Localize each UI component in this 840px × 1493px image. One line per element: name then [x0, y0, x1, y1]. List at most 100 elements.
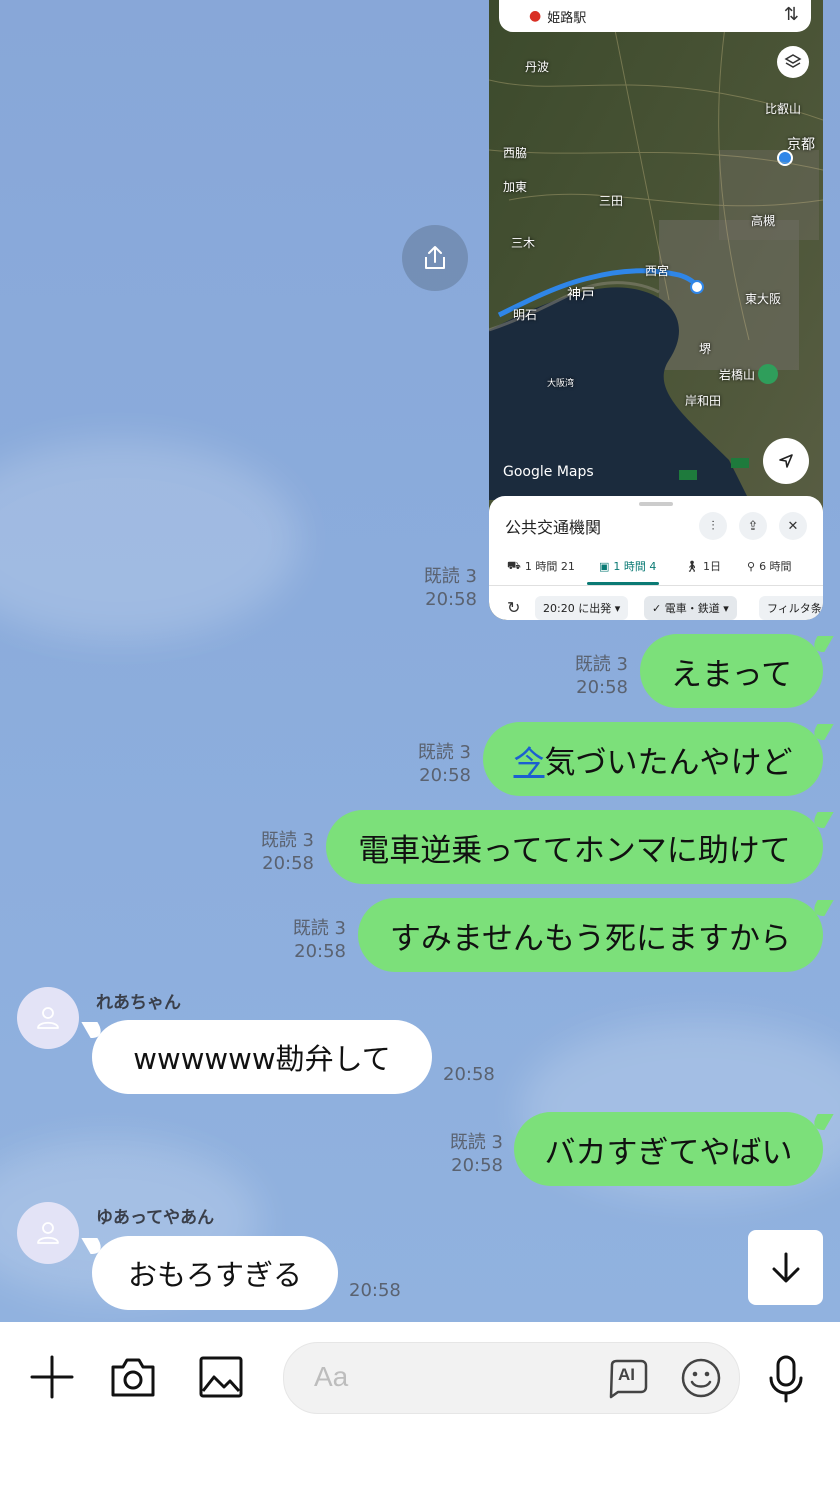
incoming-message[interactable]: wwwwww勘弁して [92, 1020, 432, 1094]
navigate-arrow-icon [779, 454, 793, 468]
chip-filter-label: フィルタ条 [767, 602, 822, 615]
gallery-button[interactable] [196, 1352, 246, 1402]
message-text: 電車逆乗っててホンマに助けて [358, 832, 791, 869]
user-icon [37, 1007, 59, 1029]
location-pin-icon: ● [529, 8, 542, 24]
plus-icon [30, 1355, 74, 1399]
map-label-tanba: 丹波 [525, 60, 550, 74]
map-search-text: 姫路駅 [547, 10, 587, 26]
outgoing-message[interactable]: バカすぎてやばい [514, 1112, 823, 1186]
walk-icon: 🚶︎ [685, 559, 699, 573]
user-icon [37, 1222, 59, 1244]
layers-button[interactable] [777, 46, 809, 78]
emoji-icon [681, 1358, 721, 1398]
sender-name: ゆあってやあん [96, 1208, 215, 1228]
incoming-message[interactable]: おもろすぎる [92, 1236, 338, 1310]
message-meta: 既読 3 20:58 [575, 653, 628, 699]
map-label-nishiwaki: 西脇 [503, 146, 528, 160]
layers-icon [784, 54, 802, 68]
mode-bike[interactable]: ⚲ 6 時間 [747, 558, 792, 574]
map-label-sanda: 三田 [599, 194, 624, 208]
message-meta: 既読 3 20:58 [424, 565, 477, 611]
chat-background: ● 姫路駅 ⇅ 丹波 比叡山 京都 西脇 加東 三田 高槻 三木 西宮 神戸 明… [0, 0, 840, 1322]
sheet-grip[interactable] [639, 502, 673, 506]
message-meta: 20:58 [349, 1279, 401, 1302]
emoji-button[interactable] [680, 1357, 722, 1399]
camera-icon [111, 1358, 155, 1397]
mode-walk[interactable]: 🚶︎ 1日 [685, 558, 721, 574]
read-receipt: 既読 3 [449, 1132, 503, 1153]
close-sheet-button[interactable]: ✕ [779, 512, 807, 540]
share-route-button[interactable]: ⇪ [739, 512, 767, 540]
sheet-divider [489, 585, 823, 586]
navigate-button[interactable] [763, 438, 809, 484]
message-meta: 20:58 [443, 1063, 495, 1086]
scroll-to-bottom-button[interactable] [748, 1230, 823, 1305]
mode-car-label: 1 時間 21 [524, 560, 575, 573]
timestamp: 20:58 [262, 853, 314, 874]
read-receipt: 既読 3 [417, 742, 471, 763]
mode-car[interactable]: ⛟ 1 時間 21 [507, 558, 575, 574]
outgoing-message[interactable]: 今気づいたんやけど [483, 722, 823, 796]
message-input-placeholder: Aa [314, 1361, 349, 1392]
timestamp: 20:58 [451, 1155, 503, 1176]
map-search-bar[interactable]: ● 姫路駅 ⇅ [499, 0, 811, 32]
image-icon [199, 1356, 243, 1398]
map-label-kishiwada: 岸和田 [685, 394, 722, 408]
google-maps-logo: Google Maps [503, 464, 594, 480]
map-label-higashiosaka: 東大阪 [745, 292, 782, 306]
microphone-icon [769, 1355, 803, 1403]
read-receipt: 既読 3 [423, 566, 477, 587]
message-text: すみませんもう死にますから [389, 920, 792, 957]
timestamp: 20:58 [349, 1280, 401, 1301]
map-label-kobe: 神戸 [567, 287, 595, 303]
chip-depart-time[interactable]: 20:20 に出発 ▾ [535, 596, 629, 620]
read-receipt: 既読 3 [292, 918, 346, 939]
map-label-osaka-bay: 大阪湾 [547, 379, 575, 389]
read-receipt: 既読 3 [260, 830, 314, 851]
message-meta: 既読 3 20:58 [450, 1131, 503, 1177]
avatar[interactable] [17, 1202, 79, 1264]
timestamp: 20:58 [576, 677, 628, 698]
ai-button[interactable]: AI [606, 1357, 652, 1399]
message-text: えまって [670, 656, 793, 693]
map-label-miki: 三木 [511, 236, 536, 250]
timestamp: 20:58 [419, 765, 471, 786]
add-button[interactable] [27, 1352, 77, 1402]
voice-button[interactable] [764, 1352, 808, 1406]
swap-icon[interactable]: ⇅ [784, 4, 799, 25]
map-image-message[interactable]: ● 姫路駅 ⇅ 丹波 比叡山 京都 西脇 加東 三田 高槻 三木 西宮 神戸 明… [489, 0, 823, 620]
mode-transit-label: 1 時間 4 [613, 560, 657, 573]
message-input[interactable]: Aa AI [283, 1342, 740, 1414]
camera-button[interactable] [108, 1352, 158, 1402]
chip-filter[interactable]: フィルタ条 [759, 596, 823, 620]
timestamp: 20:58 [443, 1064, 495, 1085]
mode-walk-label: 1日 [702, 560, 721, 573]
car-icon: ⛟ [507, 558, 521, 572]
mode-transit[interactable]: ▣ 1 時間 4 [599, 558, 656, 574]
map-label-kasai: 加東 [503, 180, 528, 194]
avatar[interactable] [17, 987, 79, 1049]
arrow-down-icon [772, 1252, 799, 1282]
sheet-title: 公共交通機関 [505, 518, 602, 537]
map-label-akashi: 明石 [513, 308, 538, 322]
message-text: バカすぎてやばい [544, 1134, 793, 1171]
chip-rail[interactable]: ✓ 電車・鉄道 ▾ [644, 596, 737, 620]
share-icon: ⇪ [747, 518, 759, 534]
message-link[interactable]: 今 [514, 737, 545, 782]
sender-name: れあちゃん [96, 993, 181, 1013]
map-label-iwawakisan: 岩橋山 [719, 368, 756, 382]
refresh-icon[interactable]: ↻ [507, 598, 520, 617]
options-button[interactable]: ⫶ [699, 512, 727, 540]
message-text: 気づいたんやけど [544, 744, 793, 781]
close-icon: ✕ [787, 518, 799, 534]
message-meta: 既読 3 20:58 [418, 741, 471, 787]
train-icon: ▣ [599, 559, 610, 573]
outgoing-message[interactable]: えまって [640, 634, 823, 708]
share-message-button[interactable] [402, 225, 468, 291]
map-label-nishinomiya: 西宮 [645, 264, 670, 278]
outgoing-message[interactable]: 電車逆乗っててホンマに助けて [326, 810, 823, 884]
timestamp: 20:58 [425, 589, 477, 610]
chip-depart-time-label: 20:20 に出発 [543, 602, 612, 615]
outgoing-message[interactable]: すみませんもう死にますから [358, 898, 823, 972]
